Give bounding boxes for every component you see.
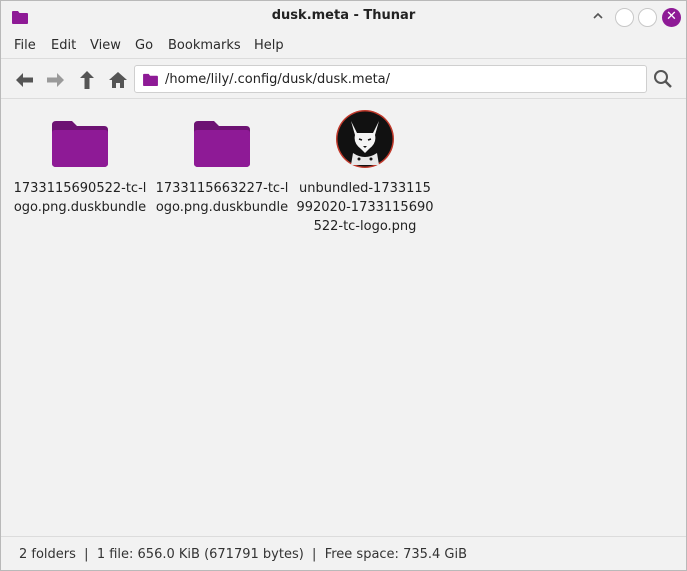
back-button[interactable] [13, 69, 35, 91]
title-bar[interactable]: dusk.meta - Thunar ✕ [1, 1, 686, 33]
status-text: 2 folders | 1 file: 656.0 KiB (671791 by… [19, 547, 468, 562]
file-item-image[interactable]: unbundled-1733115992020-1733115690522-tc… [296, 109, 434, 236]
location-path: /home/lily/.config/dusk/dusk.meta/ [165, 72, 391, 87]
file-manager-window: dusk.meta - Thunar ✕ File Edit View Go B… [0, 0, 687, 571]
status-bar: 2 folders | 1 file: 656.0 KiB (671791 by… [1, 536, 686, 570]
close-button[interactable]: ✕ [662, 8, 681, 27]
file-name: 1733115690522-tc-logo.png.duskbundle [13, 181, 147, 215]
window-menu-button[interactable] [591, 9, 609, 27]
home-icon [109, 72, 127, 88]
up-button[interactable] [76, 69, 98, 91]
folder-icon [143, 73, 158, 90]
arrow-up-icon [80, 71, 94, 89]
search-icon [654, 70, 672, 88]
folder-icon [192, 109, 252, 169]
arrow-left-icon [16, 73, 33, 87]
menu-view[interactable]: View [90, 38, 121, 53]
file-item-folder[interactable]: 1733115690522-tc-logo.png.duskbundle [11, 109, 149, 217]
menu-help[interactable]: Help [254, 38, 284, 53]
file-view[interactable]: 1733115690522-tc-logo.png.duskbundle 173… [1, 98, 686, 535]
folder-icon [50, 109, 110, 169]
location-bar[interactable]: /home/lily/.config/dusk/dusk.meta/ [134, 65, 647, 93]
forward-button[interactable] [45, 69, 67, 91]
file-name: 1733115663227-tc-logo.png.duskbundle [155, 181, 289, 215]
image-thumbnail [335, 109, 395, 169]
home-button[interactable] [107, 69, 129, 91]
menu-file[interactable]: File [14, 38, 36, 53]
minimize-button[interactable] [615, 8, 634, 27]
search-button[interactable] [653, 69, 673, 89]
menu-bookmarks[interactable]: Bookmarks [168, 38, 241, 53]
menu-go[interactable]: Go [135, 38, 153, 53]
toolbar: /home/lily/.config/dusk/dusk.meta/ [1, 58, 686, 99]
menu-bar: File Edit View Go Bookmarks Help [1, 35, 686, 57]
file-item-folder[interactable]: 1733115663227-tc-logo.png.duskbundle [153, 109, 291, 217]
arrow-right-icon [47, 73, 64, 87]
maximize-button[interactable] [638, 8, 657, 27]
file-name: unbundled-1733115992020-1733115690522-tc… [296, 181, 434, 234]
menu-edit[interactable]: Edit [51, 38, 76, 53]
window-title: dusk.meta - Thunar [271, 8, 416, 23]
close-icon: ✕ [666, 9, 677, 24]
